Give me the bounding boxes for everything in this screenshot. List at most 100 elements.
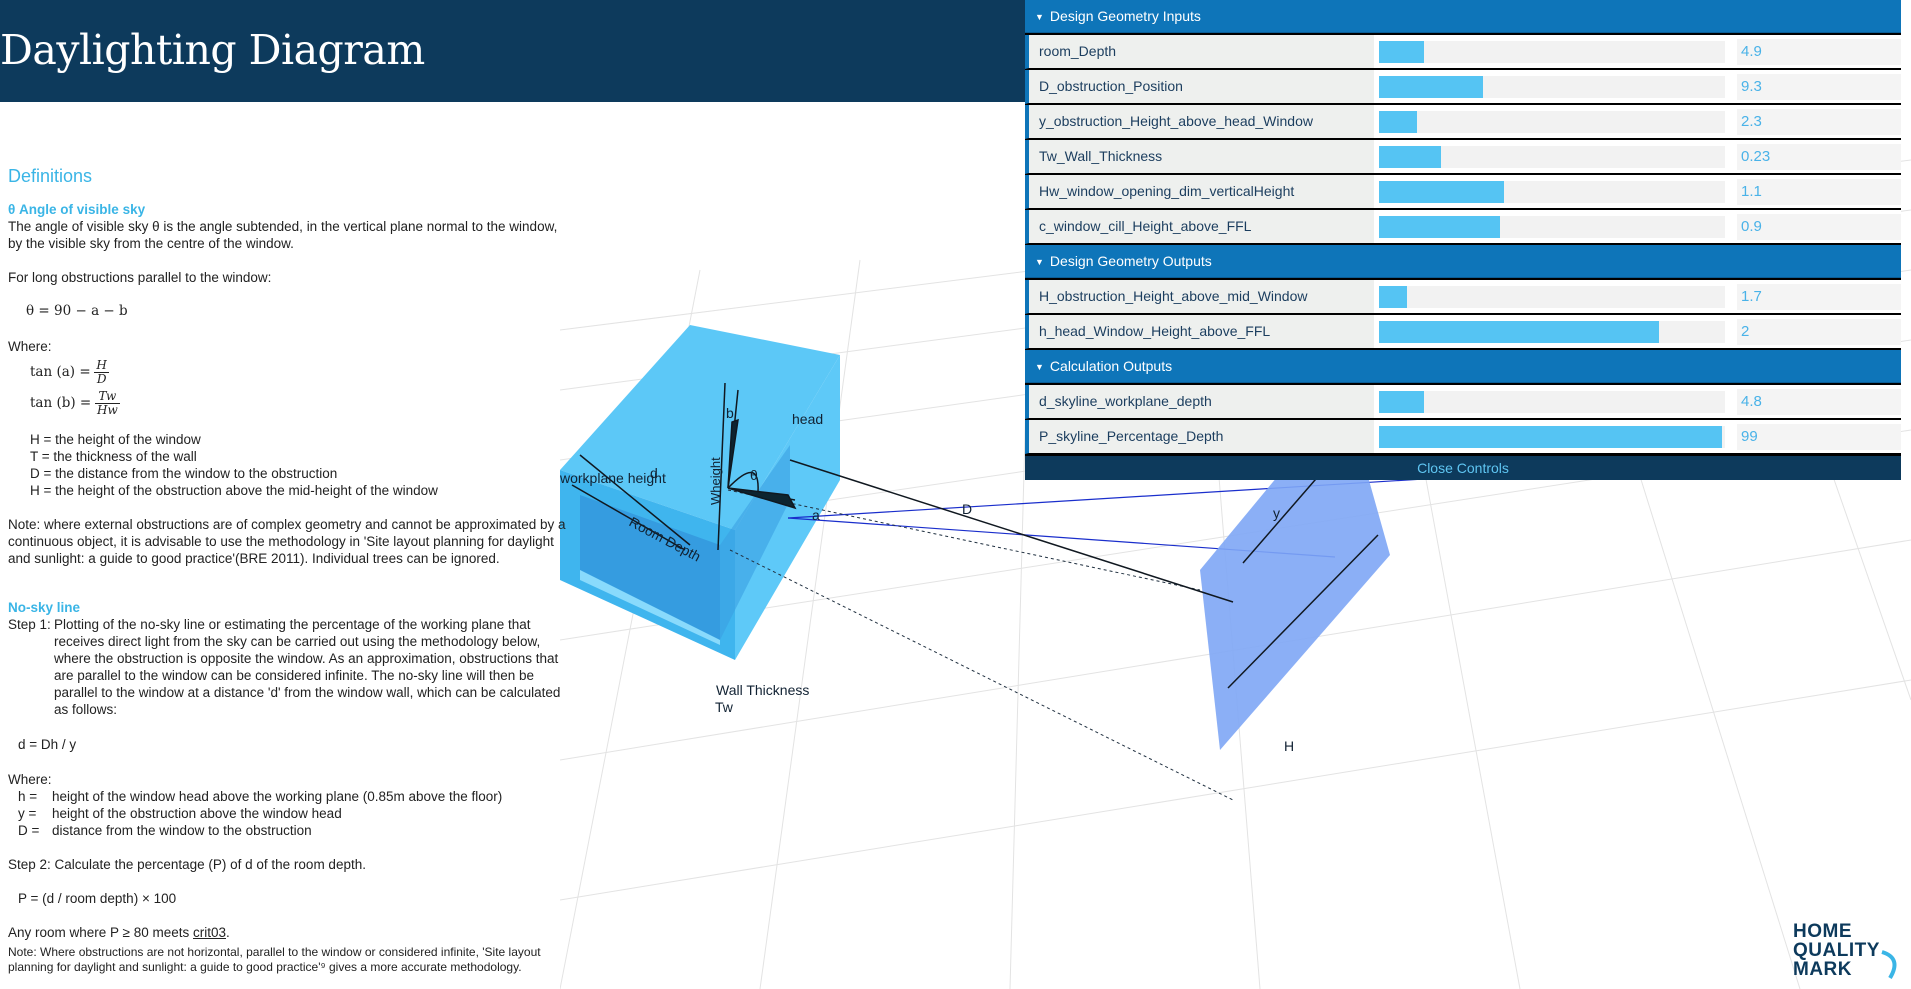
label-a: a [812, 507, 820, 523]
control-slider[interactable] [1379, 391, 1725, 413]
logo-line-1: HOME [1793, 921, 1852, 942]
def-h: H = the height of the obstruction above … [30, 483, 438, 498]
folder-label: Calculation Outputs [1049, 358, 1173, 374]
control-row-Tw_Wall_Thickness: Tw_Wall_Thickness 0.23 [1025, 140, 1901, 174]
control-value-input[interactable]: 4.9 [1737, 39, 1901, 65]
control-label: D_obstruction_Position [1029, 70, 1374, 103]
control-value-input[interactable]: 0.23 [1737, 144, 1901, 170]
control-slider[interactable] [1379, 76, 1725, 98]
control-slider[interactable] [1379, 111, 1725, 133]
where-label-2: Where: [8, 772, 52, 787]
angle-text: The angle of visible sky θ is the angle … [8, 219, 558, 251]
control-label: P_skyline_Percentage_Depth [1029, 420, 1374, 453]
control-slider[interactable] [1379, 181, 1725, 203]
criteria-text: Any room where P ≥ 80 meets crit03. [8, 924, 568, 941]
note-2: Note: Where obstructions are not horizon… [8, 945, 541, 974]
tan-a-fraction: HD [94, 359, 109, 386]
home-quality-mark-logo: HOME QUALITY MARK [1793, 922, 1880, 979]
var-d-symbol: D = [18, 823, 40, 838]
control-value-input[interactable]: 2 [1737, 319, 1901, 345]
control-label: Hw_window_opening_dim_verticalHeight [1029, 175, 1374, 208]
control-value-input[interactable]: 1.7 [1737, 284, 1901, 310]
folder-label: Design Geometry Outputs [1049, 253, 1212, 269]
step1-text: Plotting of the no-sky line or estimatin… [54, 617, 561, 717]
control-row-D_obstruction_Position: D_obstruction_Position 9.3 [1025, 70, 1901, 104]
tan-a-lhs: tan (a) = [30, 364, 91, 381]
control-value-input[interactable]: 0.9 [1737, 214, 1901, 240]
control-value-input[interactable]: 2.3 [1737, 109, 1901, 135]
def-tw: T = the thickness of the wall [30, 449, 197, 464]
page-header: Daylighting Diagram [0, 0, 1030, 102]
step1-label: Step 1: [8, 617, 51, 632]
control-row-room_Depth: room_Depth 4.9 [1025, 35, 1901, 69]
logo-line-3: MARK [1793, 959, 1852, 980]
label-wheight: Wheight [708, 457, 723, 505]
close-controls-button[interactable]: Close Controls [1025, 456, 1901, 480]
crit03-link[interactable]: crit03 [193, 925, 226, 940]
logo-swoosh-icon [1881, 950, 1897, 980]
var-y-symbol: y = [18, 806, 37, 821]
slider-fill [1379, 321, 1660, 343]
folder-design-geometry-outputs[interactable]: ▼ Design Geometry Outputs [1025, 245, 1901, 278]
control-slider[interactable] [1379, 321, 1725, 343]
logo-line-2: QUALITY [1793, 940, 1880, 961]
page-title: Daylighting Diagram [0, 26, 425, 74]
control-label: H_obstruction_Height_above_mid_Window [1029, 280, 1374, 313]
control-row-Hw_window_opening_dim_verticalHeight: Hw_window_opening_dim_verticalHeight 1.1 [1025, 175, 1901, 209]
nosky-heading: No-sky line [8, 600, 81, 615]
control-label: y_obstruction_Height_above_head_Window [1029, 105, 1374, 138]
label-theta: θ [750, 467, 758, 483]
label-tw: Tw [715, 699, 734, 715]
control-value-input[interactable]: 4.8 [1737, 389, 1901, 415]
theta-formula: θ = 90 − a − b [26, 303, 128, 319]
criteria-suffix: . [226, 925, 230, 940]
tan-b-lhs: tan (b) = [30, 395, 92, 412]
control-slider[interactable] [1379, 146, 1725, 168]
slider-fill [1379, 286, 1407, 308]
viewport: workplane height Room Depth d Wheight b … [0, 0, 1911, 989]
control-slider[interactable] [1379, 286, 1725, 308]
control-value-input[interactable]: 1.1 [1737, 179, 1901, 205]
var-d-text: distance from the window to the obstruct… [52, 823, 312, 838]
slider-fill [1379, 146, 1442, 168]
folder-calculation-outputs[interactable]: ▼ Calculation Outputs [1025, 350, 1901, 383]
control-row-d_skyline_workplane_depth: d_skyline_workplane_depth 4.8 [1025, 385, 1901, 419]
slider-fill [1379, 391, 1424, 413]
label-head: head [792, 411, 823, 427]
def-d: D = the distance from the window to the … [30, 466, 338, 481]
control-slider[interactable] [1379, 216, 1725, 238]
label-b: b [726, 405, 734, 421]
label-y: y [1273, 505, 1280, 521]
step1-block: Step 1: Plotting of the no-sky line or e… [8, 616, 568, 718]
control-slider[interactable] [1379, 426, 1725, 448]
control-label: Tw_Wall_Thickness [1029, 140, 1374, 173]
label-wall-thickness: Wall Thickness [716, 682, 809, 698]
step2-text: Step 2: Calculate the percentage (P) of … [8, 857, 366, 872]
var-y-text: height of the obstruction above the wind… [52, 806, 342, 821]
p-formula: P = (d / room depth) × 100 [18, 891, 177, 906]
control-row-h_head_Window_Height_above_FFL: h_head_Window_Height_above_FFL 2 [1025, 315, 1901, 349]
control-row-c_window_cill_Height_above_FFL: c_window_cill_Height_above_FFL 0.9 [1025, 210, 1901, 244]
label-H: H [1284, 738, 1294, 754]
note-1: Note: where external obstructions are of… [8, 517, 566, 566]
room-box [560, 325, 840, 660]
var-h-text: height of the window head above the work… [52, 789, 503, 804]
tan-b-num: Tw [95, 390, 120, 404]
label-d: d [650, 465, 658, 481]
slider-fill [1379, 111, 1418, 133]
long-obstructions-text: For long obstructions parallel to the wi… [8, 270, 272, 285]
control-value-input[interactable]: 9.3 [1737, 74, 1901, 100]
definitions-heading: Definitions [8, 166, 93, 186]
folder-design-geometry-inputs[interactable]: ▼ Design Geometry Inputs [1025, 0, 1901, 33]
control-value-input[interactable]: 99 [1737, 424, 1901, 450]
control-label: h_head_Window_Height_above_FFL [1029, 315, 1374, 348]
variables-list: h = height of the window head above the w… [18, 788, 568, 839]
slider-fill [1379, 426, 1722, 448]
control-slider[interactable] [1379, 41, 1725, 63]
control-row-P_skyline_Percentage_Depth: P_skyline_Percentage_Depth 99 [1025, 420, 1901, 454]
criteria-prefix: Any room where P ≥ 80 meets [8, 925, 193, 940]
tan-b-formula: tan (b) = Tw Hw [30, 390, 568, 417]
caret-down-icon: ▼ [1035, 256, 1044, 267]
def-hw: H = the height of the window [30, 432, 201, 447]
d-formula: d = Dh / y [18, 737, 77, 752]
